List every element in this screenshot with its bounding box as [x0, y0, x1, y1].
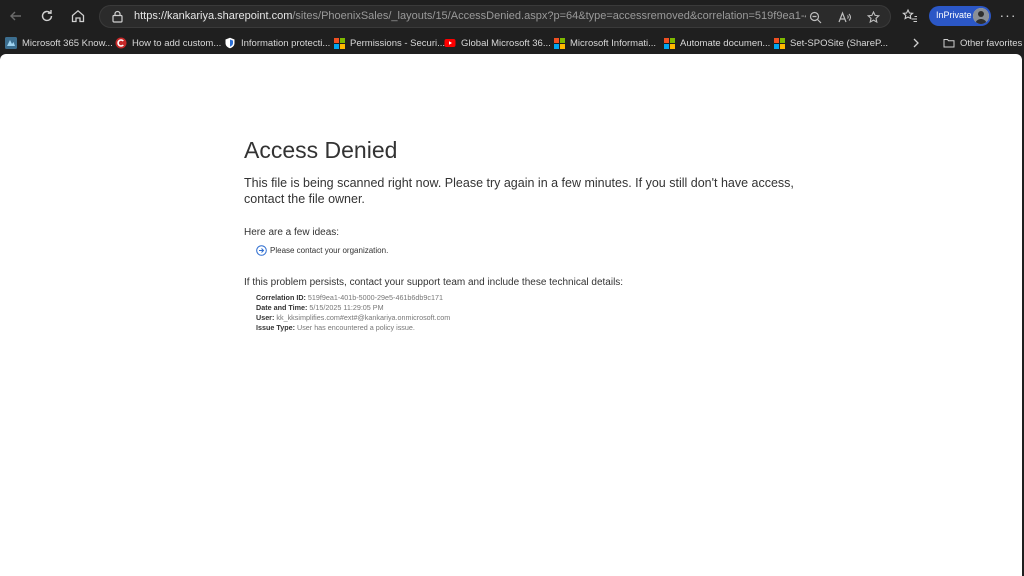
url-text[interactable]: https://kankariya.sharepoint.com/sites/P…: [134, 10, 806, 22]
bookmark-label: Microsoft 365 Know...: [22, 37, 113, 49]
bookmark-label: Microsoft Informati...: [570, 37, 657, 49]
avatar: [973, 8, 989, 24]
bookmark-item[interactable]: How to add custom...: [115, 35, 221, 51]
bookmark-item[interactable]: Information protecti...: [224, 35, 330, 51]
star-icon: [866, 10, 880, 23]
inprivate-label: InPrivate: [936, 10, 972, 20]
idea-text: Please contact your organization.: [270, 246, 389, 255]
bookmark-item[interactable]: Set-SPOSite (ShareP...: [774, 35, 888, 51]
bookmark-label: Information protecti...: [241, 37, 331, 49]
address-bar[interactable]: https://kankariya.sharepoint.com/sites/P…: [99, 5, 891, 28]
bookmark-label: Set-SPOSite (ShareP...: [790, 37, 889, 49]
url-path: /sites/PhoenixSales/_layouts/15/AccessDe…: [292, 10, 806, 22]
m365-knowledge-icon: [5, 37, 17, 49]
microsoft-logo-icon: [664, 37, 675, 49]
favorites-bar: Microsoft 365 Know... How to add custom.…: [0, 32, 1024, 54]
home-icon: [71, 9, 85, 23]
bookmark-item[interactable]: Automate documen...: [664, 35, 770, 51]
datetime-row: Date and Time: 5/15/2025 11:29:05 PM: [256, 303, 450, 313]
datetime-label: Date and Time:: [256, 303, 308, 312]
error-message: This file is being scanned right now. Pl…: [244, 176, 794, 206]
youtube-icon: [444, 39, 456, 47]
correlation-value: 519f9ea1-401b-5000-29e5-461b6db9c171: [307, 293, 444, 302]
folder-icon: [943, 39, 955, 48]
correlation-row: Correlation ID: 519f9ea1-401b-5000-29e5-…: [256, 293, 450, 303]
favorite-button[interactable]: [865, 9, 881, 25]
technical-details: Correlation ID: 519f9ea1-401b-5000-29e5-…: [256, 293, 450, 333]
datetime-value: 5/15/2025 11:29:05 PM: [309, 303, 384, 312]
home-button[interactable]: [68, 6, 88, 26]
correlation-label: Correlation ID:: [256, 293, 306, 302]
read-aloud-icon: [837, 10, 851, 22]
inprivate-badge[interactable]: InPrivate: [929, 6, 991, 26]
lock-icon[interactable]: [111, 10, 124, 23]
bookmark-label: Global Microsoft 36...: [461, 37, 551, 49]
support-instructions: If this problem persists, contact your s…: [244, 277, 624, 288]
other-favorites-label: Other favorites: [960, 37, 1023, 49]
microsoft-logo-icon: [774, 37, 785, 49]
person-icon: [973, 8, 989, 24]
refresh-button[interactable]: [37, 6, 57, 26]
bookmark-item[interactable]: Permissions - Securi...: [334, 35, 445, 51]
bookmark-label: Automate documen...: [680, 37, 771, 49]
red-c-logo-icon: [115, 37, 127, 49]
bookmark-item[interactable]: Microsoft Informati...: [554, 35, 656, 51]
refresh-icon: [41, 10, 53, 22]
arrow-circle-right-icon: [256, 245, 267, 256]
issue-type-row: Issue Type: User has encountered a polic…: [256, 323, 450, 333]
browser-toolbar: https://kankariya.sharepoint.com/sites/P…: [0, 0, 1024, 32]
shield-icon: [225, 37, 235, 49]
zoom-button[interactable]: [807, 9, 823, 25]
zoom-out-icon: [809, 11, 821, 23]
microsoft-logo-icon: [334, 37, 345, 49]
issue-type-label: Issue Type:: [256, 323, 296, 332]
user-value: kk_kksimplifies.com#ext#@kankariya.onmic…: [276, 313, 451, 322]
arrow-left-icon: [10, 11, 21, 21]
idea-item: Please contact your organization.: [256, 244, 388, 257]
bookmark-item[interactable]: Global Microsoft 36...: [444, 35, 551, 51]
user-row: User: kk_kksimplifies.com#ext#@kankariya…: [256, 313, 450, 323]
microsoft-logo-icon: [554, 37, 565, 49]
url-host: https://kankariya.sharepoint.com: [134, 10, 293, 22]
issue-type-value: User has encountered a policy issue.: [297, 323, 415, 332]
page-viewport: Access Denied This file is being scanned…: [0, 54, 1022, 576]
chevron-right-icon[interactable]: [911, 37, 921, 49]
favorites-hub-icon[interactable]: [902, 8, 918, 24]
settings-more-button[interactable]: ···: [999, 6, 1017, 24]
bookmark-item[interactable]: Microsoft 365 Know...: [5, 35, 113, 51]
bookmark-label: How to add custom...: [132, 37, 222, 49]
read-aloud-button[interactable]: [836, 9, 852, 25]
page-title: Access Denied: [244, 137, 398, 163]
other-favorites-folder[interactable]: Other favorites: [943, 35, 1022, 51]
bookmark-label: Permissions - Securi...: [350, 37, 446, 49]
user-label: User:: [256, 313, 275, 322]
back-button[interactable]: [6, 6, 26, 26]
ideas-heading: Here are a few ideas:: [244, 227, 340, 238]
